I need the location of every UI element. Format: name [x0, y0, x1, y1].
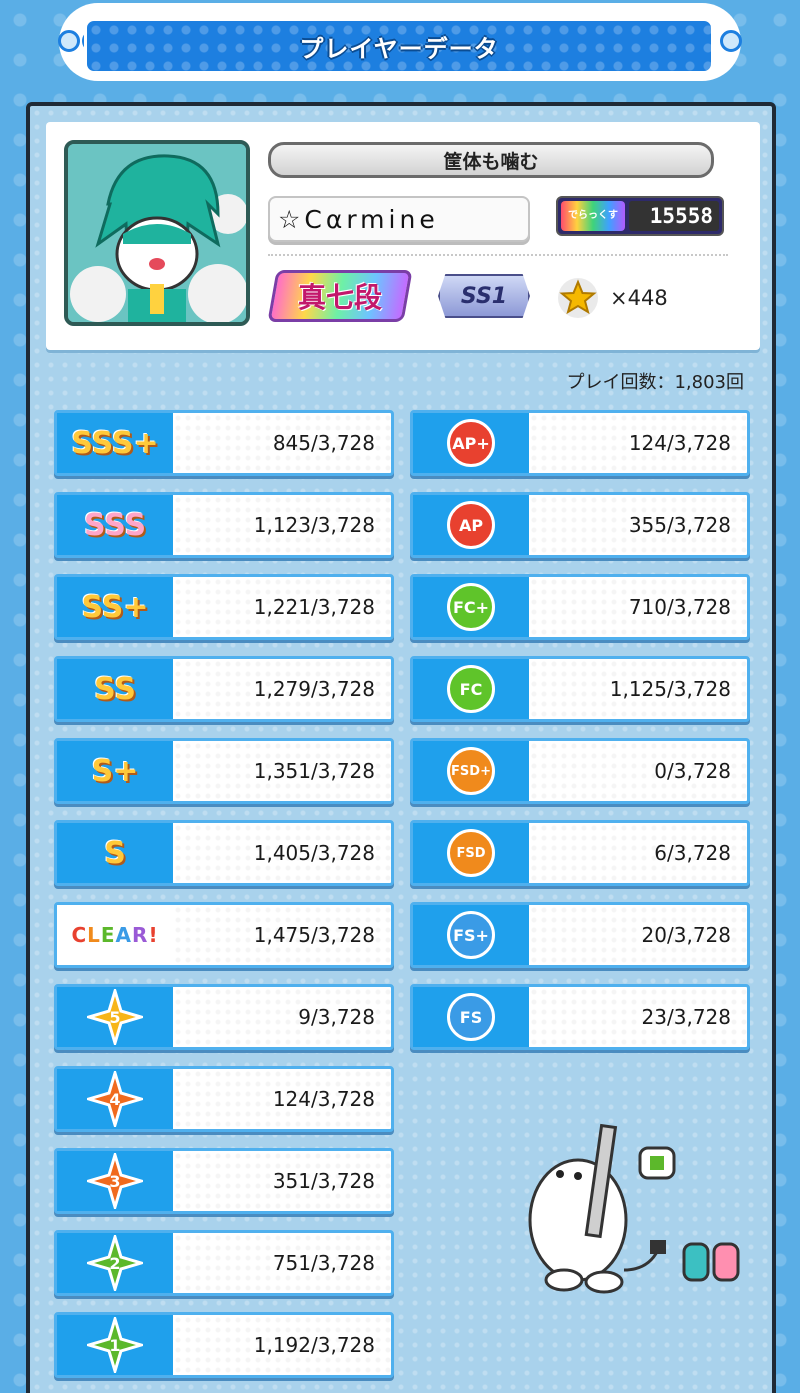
- class-badge: SS1: [438, 274, 530, 318]
- profile-card: 筐体も噛む ☆Cαrmine でらっくす RATING 15558 真七段 SS…: [46, 122, 760, 350]
- stat-row-ss: SS 1,279/3,728: [54, 656, 394, 722]
- stat-row-star-5: 5 9/3,728: [54, 984, 394, 1050]
- rating-display: でらっくす RATING 15558: [556, 196, 724, 251]
- stat-value: 124/3,728: [173, 1069, 391, 1129]
- dan-label: 真七段: [297, 281, 382, 314]
- stat-row-star-1: 1 1,192/3,728: [54, 1312, 394, 1378]
- stat-value: 9/3,728: [173, 987, 391, 1047]
- svg-text:5: 5: [109, 1008, 120, 1027]
- star-counter: ×448: [556, 276, 668, 320]
- stat-value: 1,405/3,728: [173, 823, 391, 883]
- stat-value: 0/3,728: [529, 741, 747, 801]
- svg-text:1: 1: [109, 1336, 120, 1355]
- stat-value: 6/3,728: [529, 823, 747, 883]
- fc-icon: FC: [447, 665, 495, 713]
- stat-row-ap-plus: AP+ 124/3,728: [410, 410, 750, 476]
- star-5-icon: 5: [87, 989, 143, 1045]
- ss-plus-rank-icon: SS+: [81, 589, 149, 625]
- stat-row-s-plus: S+ 1,351/3,728: [54, 738, 394, 804]
- dan-badge: 真七段: [267, 270, 413, 322]
- fsd-plus-icon: FSD+: [447, 747, 495, 795]
- stat-value: 1,125/3,728: [529, 659, 747, 719]
- profile-divider: [268, 254, 728, 256]
- header-banner: プレイヤーデータ: [84, 18, 714, 74]
- player-name: ☆Cαrmine: [268, 196, 530, 242]
- ss-rank-icon: SS: [94, 671, 136, 707]
- page-title: プレイヤーデータ: [299, 34, 499, 63]
- avatar-character-icon: [68, 144, 246, 322]
- star-4-icon: 4: [87, 1071, 143, 1127]
- rating-value: 15558: [629, 201, 719, 231]
- s-plus-rank-icon: S+: [91, 753, 139, 789]
- s-rank-icon: S: [104, 835, 126, 871]
- stat-value: 751/3,728: [173, 1233, 391, 1293]
- stat-value: 23/3,728: [529, 987, 747, 1047]
- clear-icon: CLEAR!: [71, 923, 159, 947]
- star-icon: [558, 278, 598, 318]
- rating-label: でらっくす RATING: [561, 201, 625, 251]
- mascot-character-icon: [528, 1123, 740, 1294]
- title-plate: 筐体も噛む: [268, 142, 714, 178]
- sss-rank-icon: SSS: [83, 507, 147, 543]
- stat-row-ap: AP 355/3,728: [410, 492, 750, 558]
- stat-row-fc: FC 1,125/3,728: [410, 656, 750, 722]
- svg-text:3: 3: [109, 1172, 120, 1191]
- star-1-icon: 1: [87, 1317, 143, 1373]
- svg-text:4: 4: [109, 1090, 120, 1109]
- stat-value: 351/3,728: [173, 1151, 391, 1211]
- star-2-icon: 2: [87, 1235, 143, 1291]
- stat-row-sss-plus: SSS+ 845/3,728: [54, 410, 394, 476]
- stat-value: 1,123/3,728: [173, 495, 391, 555]
- svg-text:2: 2: [109, 1254, 120, 1273]
- stat-value: 1,192/3,728: [173, 1315, 391, 1375]
- stat-value: 710/3,728: [529, 577, 747, 637]
- class-label: SS1: [460, 283, 508, 309]
- stat-value: 845/3,728: [173, 413, 391, 473]
- stat-row-fsd-plus: FSD+ 0/3,728: [410, 738, 750, 804]
- header-knob-left: [58, 30, 80, 52]
- stat-value: 1,221/3,728: [173, 577, 391, 637]
- play-count: プレイ回数：1,803回: [566, 372, 744, 393]
- ap-icon: AP: [447, 501, 495, 549]
- stat-row-ss-plus: SS+ 1,221/3,728: [54, 574, 394, 640]
- fs-plus-icon: FS+: [447, 911, 495, 959]
- ap-plus-icon: AP+: [447, 419, 495, 467]
- stat-row-sss: SSS 1,123/3,728: [54, 492, 394, 558]
- stat-row-s: S 1,405/3,728: [54, 820, 394, 886]
- stat-row-fc-plus: FC+ 710/3,728: [410, 574, 750, 640]
- stat-row-star-2: 2 751/3,728: [54, 1230, 394, 1296]
- stat-row-star-4: 4 124/3,728: [54, 1066, 394, 1132]
- fsd-icon: FSD: [447, 829, 495, 877]
- stat-value: 1,351/3,728: [173, 741, 391, 801]
- header-knob-right: [720, 30, 742, 52]
- stat-row-fsd: FSD 6/3,728: [410, 820, 750, 886]
- star-3-icon: 3: [87, 1153, 143, 1209]
- stat-value: 1,475/3,728: [173, 905, 391, 965]
- star-count: ×448: [610, 286, 668, 310]
- fc-plus-icon: FC+: [447, 583, 495, 631]
- stat-row-clear: CLEAR! 1,475/3,728: [54, 902, 394, 968]
- stat-value: 124/3,728: [529, 413, 747, 473]
- player-avatar[interactable]: [64, 140, 250, 326]
- fs-icon: FS: [447, 993, 495, 1041]
- stat-row-fs-plus: FS+ 20/3,728: [410, 902, 750, 968]
- sss-plus-rank-icon: SSS+: [71, 425, 159, 461]
- stat-value: 355/3,728: [529, 495, 747, 555]
- stat-value: 20/3,728: [529, 905, 747, 965]
- stat-value: 1,279/3,728: [173, 659, 391, 719]
- stat-row-star-3: 3 351/3,728: [54, 1148, 394, 1214]
- stat-row-fs: FS 23/3,728: [410, 984, 750, 1050]
- page-header: プレイヤーデータ: [58, 6, 742, 78]
